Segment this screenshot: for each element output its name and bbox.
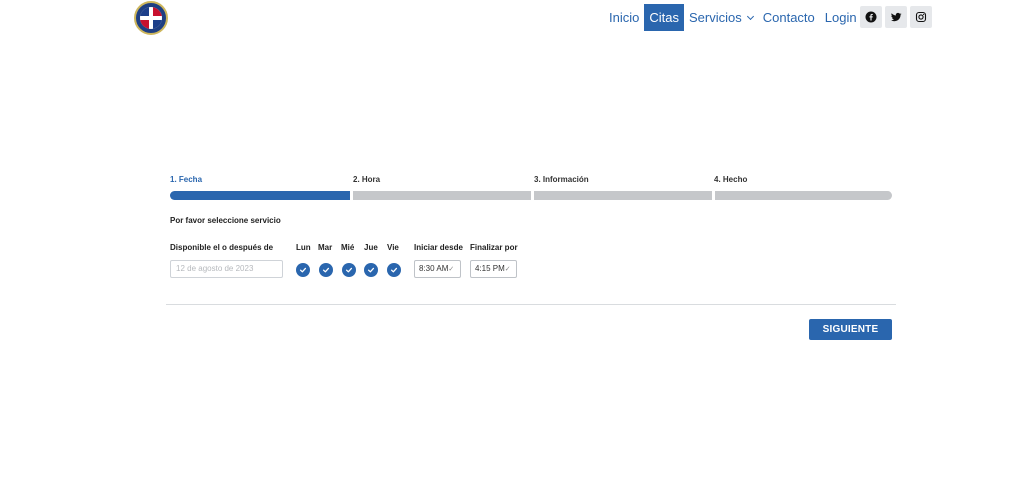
- check-icon: [322, 267, 330, 273]
- service-prompt: Por favor seleccione servicio: [170, 216, 281, 225]
- step-label-hecho: 4. Hecho: [714, 175, 748, 184]
- nav-item-label: Contacto: [762, 10, 815, 25]
- day-checkbox-mar[interactable]: [319, 263, 333, 277]
- step-bar-fecha: [170, 191, 350, 200]
- twitter-icon: [891, 12, 902, 22]
- form-divider: [166, 304, 896, 305]
- instagram-icon: [915, 11, 927, 23]
- check-icon: [390, 267, 398, 273]
- nav-item-inicio[interactable]: Inicio: [604, 4, 644, 31]
- nav-item-contacto[interactable]: Contacto: [758, 4, 820, 31]
- check-icon: [345, 267, 353, 273]
- day-label-mar: Mar: [318, 243, 333, 252]
- day-label-mie: Mié: [341, 243, 355, 252]
- nav-item-citas[interactable]: Citas: [644, 4, 684, 31]
- step-label-hora: 2. Hora: [353, 175, 381, 184]
- start-time-select[interactable]: 8:30 AM✓: [414, 260, 461, 278]
- day-label-lun: Lun: [296, 243, 311, 252]
- day-label-jue: Jue: [364, 243, 378, 252]
- step-label-fecha: 1. Fecha: [170, 175, 203, 184]
- facebook-button[interactable]: [860, 6, 882, 28]
- chevron-down-icon: ✓: [504, 266, 511, 273]
- date-label: Disponible el o después de: [170, 243, 274, 252]
- check-icon: [367, 267, 375, 273]
- next-button[interactable]: SIGUIENTE: [809, 319, 892, 340]
- twitter-button[interactable]: [885, 6, 907, 28]
- logo[interactable]: [134, 1, 168, 35]
- nav-item-label: Inicio: [609, 10, 640, 25]
- end-time-value: 4:15 PM: [475, 264, 505, 273]
- nav-item-label: Login: [824, 10, 857, 25]
- day-checkbox-lun[interactable]: [296, 263, 310, 277]
- day-checkbox-vie[interactable]: [387, 263, 401, 277]
- nav-item-label: Servicios: [688, 10, 742, 25]
- chevron-down-icon: ✓: [448, 266, 455, 273]
- end-time-select[interactable]: 4:15 PM✓: [470, 260, 517, 278]
- check-icon: [299, 267, 307, 273]
- day-checkbox-mie[interactable]: [342, 263, 356, 277]
- day-label-vie: Vie: [387, 243, 399, 252]
- chevron-down-icon: [746, 12, 754, 20]
- end-time-label: Finalizar por: [470, 243, 518, 252]
- coat-of-arms-icon: [140, 7, 162, 29]
- main-nav: Inicio Citas Servicios Contacto Login: [604, 4, 873, 31]
- nav-item-servicios[interactable]: Servicios: [684, 4, 758, 31]
- date-input[interactable]: 12 de agosto de 2023: [170, 260, 283, 278]
- nav-item-label: Citas: [649, 10, 679, 25]
- facebook-icon: [865, 11, 877, 23]
- step-bar-hora: [353, 191, 531, 200]
- start-time-label: Iniciar desde: [414, 243, 463, 252]
- start-time-value: 8:30 AM: [419, 264, 449, 273]
- instagram-button[interactable]: [910, 6, 932, 28]
- step-bar-informacion: [534, 191, 712, 200]
- day-checkbox-jue[interactable]: [364, 263, 378, 277]
- step-label-informacion: 3. Información: [534, 175, 589, 184]
- step-bar-hecho: [715, 191, 892, 200]
